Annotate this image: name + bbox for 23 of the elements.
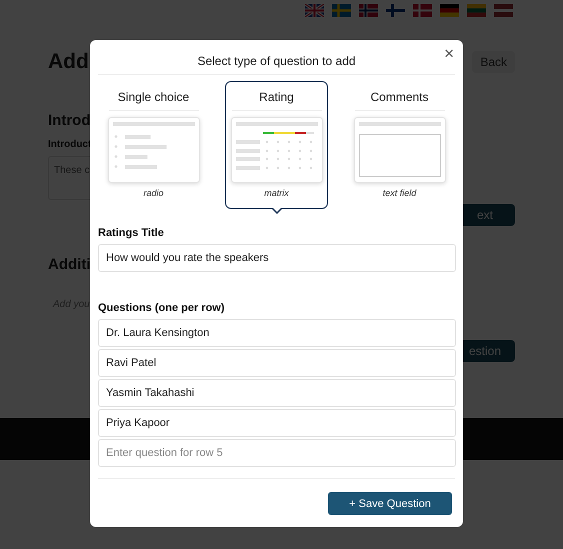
question-type-label: Single choice [108,90,198,111]
close-button[interactable]: × [444,44,454,64]
page-title: Add [48,50,89,74]
question-field[interactable]: Yasmin Takahashi [98,379,456,407]
question-field[interactable]: Priya Kapoor [98,409,456,437]
field-label: Introduct [48,139,92,150]
question-type-label: Comments [354,90,444,111]
question-field[interactable]: Ravi Patel [98,349,456,377]
question-type-card[interactable]: Comments text field [348,81,451,209]
question-type-caption: text field [382,188,416,198]
question-type-label: Rating [232,90,322,111]
question-type-card[interactable]: Single choice radio [102,81,205,209]
pointer-icon [272,208,282,214]
section-title: Introd [48,112,90,129]
question-type-caption: matrix [264,188,289,198]
field-label: Questions (one per row) [98,302,226,314]
field-label: Ratings Title [98,227,165,239]
question-field[interactable]: Enter question for row 5 [98,439,456,467]
ratings-title-field[interactable]: How would you rate the speakers [98,244,456,272]
question-field[interactable]: Dr. Laura Kensington [98,319,456,347]
save-question-button[interactable]: + Save Question [328,492,452,515]
question-type-caption: radio [143,188,164,198]
section-title: Additi [48,256,90,273]
